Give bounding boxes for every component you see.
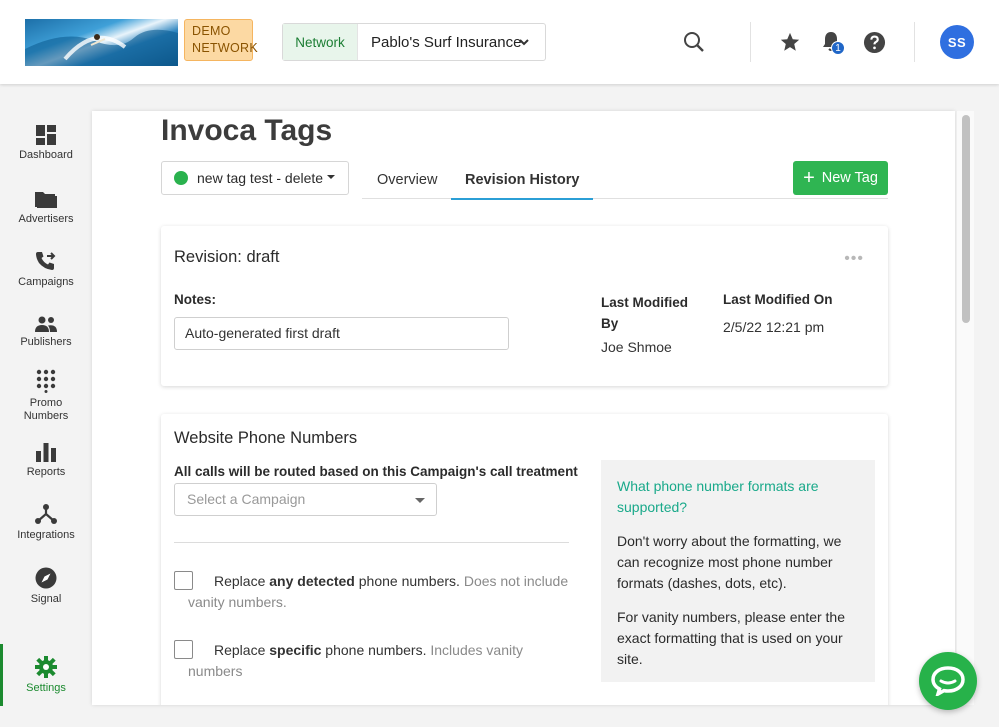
chat-bubble-icon (931, 666, 965, 696)
new-tag-button[interactable]: + New Tag (793, 161, 888, 195)
help-question[interactable]: What phone number formats are supported? (617, 476, 859, 518)
more-options-icon[interactable]: ••• (844, 250, 864, 268)
help-paragraph-2: For vanity numbers, please enter the exa… (617, 609, 846, 667)
divider (174, 542, 569, 543)
people-icon (35, 316, 57, 332)
folder-icon (35, 192, 57, 208)
sidebar-nav: Dashboard Advertisers Campaigns Publishe… (0, 84, 92, 727)
revision-title: Revision: draft (174, 248, 280, 266)
last-modified-on-label: Last Modified On (723, 292, 833, 307)
star-icon[interactable] (779, 31, 801, 53)
campaign-select[interactable]: Select a Campaign (174, 483, 437, 516)
sidebar-item-promo-numbers[interactable]: Promo Numbers (0, 369, 92, 422)
header-divider (750, 22, 751, 62)
help-paragraph-1: Don't worry about the formatting, we can… (617, 533, 842, 591)
dashboard-icon (36, 125, 56, 145)
chevron-down-icon (519, 39, 529, 46)
notification-count-badge: 1 (831, 41, 845, 55)
user-avatar[interactable]: SS (940, 25, 974, 59)
chat-button[interactable] (919, 652, 977, 710)
replace-any-checkbox[interactable] (174, 571, 193, 590)
sidebar-item-advertisers[interactable]: Advertisers (0, 190, 92, 226)
page-title: Invoca Tags (161, 114, 333, 147)
replace-any-option: Replace any detected phone numbers. Does… (174, 571, 569, 613)
last-modified-by-label: Last Modified By (601, 295, 688, 331)
tag-select[interactable]: new tag test - delete (161, 161, 349, 195)
sidebar-item-campaigns[interactable]: Campaigns (0, 250, 92, 289)
website-phone-numbers-panel: Website Phone Numbers All calls will be … (161, 414, 888, 705)
network-label: Network (283, 24, 358, 60)
dialpad-icon (36, 369, 56, 393)
caret-down-icon (415, 498, 425, 503)
phone-forward-icon (36, 252, 56, 270)
replace-specific-checkbox[interactable] (174, 640, 193, 659)
sidebar-item-dashboard[interactable]: Dashboard (0, 125, 92, 162)
revision-panel: Revision: draft ••• Notes: Auto-generate… (161, 226, 888, 386)
tab-overview[interactable]: Overview (377, 172, 437, 198)
last-modified-on-value: 2/5/22 12:21 pm (723, 319, 825, 335)
caret-down-icon (327, 175, 335, 179)
compass-icon (35, 567, 57, 589)
help-icon[interactable] (863, 31, 886, 54)
tag-select-value: new tag test - delete (197, 170, 324, 186)
routing-label: All calls will be routed based on this C… (174, 464, 578, 479)
sidebar-item-settings[interactable]: Settings (0, 644, 92, 706)
notes-input[interactable]: Auto-generated first draft (174, 317, 509, 350)
main-content: Invoca Tags new tag test - delete Overvi… (92, 111, 955, 705)
gear-icon (35, 656, 57, 678)
scrollbar-thumb[interactable] (962, 115, 970, 323)
plus-icon: + (803, 167, 815, 189)
status-dot-icon (174, 171, 188, 185)
last-modified-by-value: Joe Shmoe (601, 339, 672, 355)
main-scrollbar[interactable] (956, 111, 974, 705)
tab-revision-history[interactable]: Revision History (451, 172, 594, 200)
sidebar-item-signal[interactable]: Signal (0, 567, 92, 606)
top-header: DEMO NETWORK Network Pablo's Surf Insura… (0, 0, 999, 84)
sidebar-item-reports[interactable]: Reports (0, 442, 92, 479)
sidebar-item-integrations[interactable]: Integrations (0, 503, 92, 542)
bar-chart-icon (36, 443, 56, 462)
notes-label: Notes: (174, 292, 217, 307)
network-value: Pablo's Surf Insurance (371, 33, 522, 51)
header-divider (914, 22, 915, 62)
phones-title: Website Phone Numbers (174, 429, 358, 447)
network-icon (35, 504, 57, 524)
search-icon[interactable] (683, 31, 705, 53)
sidebar-item-publishers[interactable]: Publishers (0, 316, 92, 349)
network-logo[interactable] (25, 19, 178, 66)
network-select[interactable]: Network Pablo's Surf Insurance (282, 23, 546, 61)
phone-format-help-box: What phone number formats are supported?… (601, 460, 875, 682)
demo-network-badge: DEMO NETWORK (184, 19, 258, 61)
replace-specific-option: Replace specific phone numbers. Includes… (174, 640, 569, 682)
